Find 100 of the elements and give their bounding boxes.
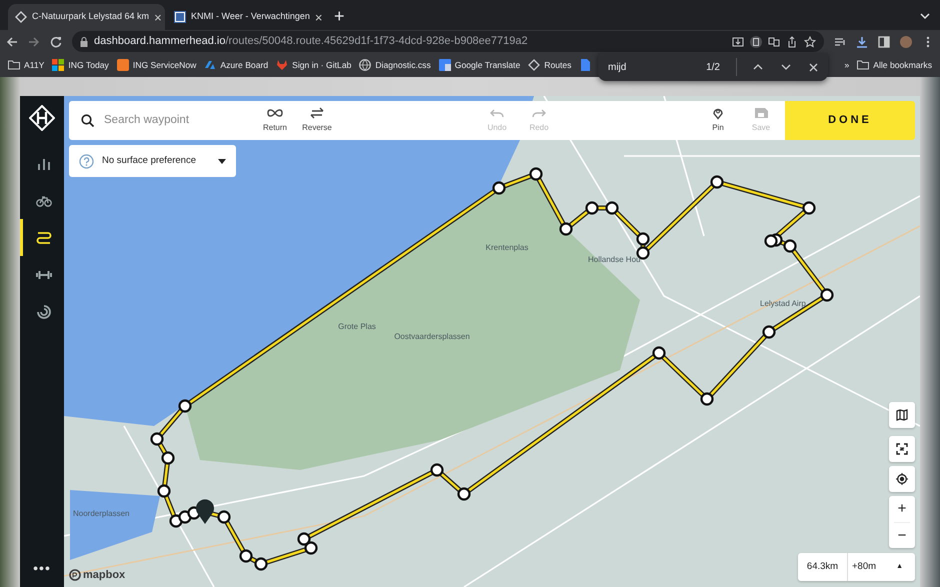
bookmark-link[interactable]: Sign in · GitLab (276, 58, 352, 72)
waypoint-marker[interactable] (150, 432, 164, 446)
bookmark-link[interactable]: Routes (528, 58, 572, 72)
document-icon[interactable] (579, 59, 592, 71)
frame-route-icon (896, 443, 908, 455)
waypoint-marker[interactable] (762, 325, 776, 339)
chevron-down-icon[interactable] (781, 63, 791, 71)
chevron-down-icon[interactable] (920, 12, 930, 20)
new-tab-button[interactable]: + (334, 7, 345, 25)
find-page-icon[interactable] (750, 36, 762, 48)
zoom-out-button[interactable]: − (889, 522, 915, 548)
waypoint-marker[interactable] (585, 201, 599, 215)
search-icon (81, 114, 94, 127)
bookmark-link[interactable]: Azure Board (204, 58, 268, 72)
find-query[interactable]: mijd (608, 60, 626, 74)
waypoint-marker[interactable] (157, 484, 171, 498)
bookmark-link[interactable]: Diagnostic.css (359, 58, 431, 72)
media-queue-icon[interactable] (834, 36, 846, 48)
bookmark-link[interactable]: Alle bookmarks (857, 58, 932, 72)
toolbar-button[interactable]: Reverse (296, 107, 338, 134)
map-label: Krentenplas (486, 243, 528, 252)
bookmark-link[interactable]: ING Today (52, 58, 109, 72)
bookmark-link[interactable]: A11Y (8, 58, 44, 72)
waypoint-marker[interactable] (430, 463, 444, 477)
bookmark-link[interactable]: Google Translate (438, 58, 520, 72)
waypoint-marker[interactable] (457, 487, 471, 501)
waypoint-marker[interactable] (492, 181, 506, 195)
tab-title: KNMI - Weer - Verwachtingen (191, 10, 310, 24)
grid-logo-icon (52, 58, 64, 71)
map-label: Hollandse Hou (588, 255, 640, 264)
chevron-up-icon[interactable] (753, 63, 763, 71)
waypoint-marker[interactable] (652, 346, 666, 360)
search-field[interactable]: Search waypoint (104, 112, 254, 130)
translate-icon[interactable] (768, 36, 780, 48)
waypoint-marker[interactable] (700, 392, 714, 406)
route-icon (36, 230, 52, 246)
square-logo-icon (116, 58, 129, 71)
mapbox-logo-icon (69, 568, 81, 581)
waypoint-marker[interactable] (636, 232, 650, 246)
map-label: Noorderplassen (73, 509, 130, 518)
map-label: Grote Plas (338, 322, 376, 331)
back-arrow-icon[interactable] (6, 36, 18, 48)
browser-tab[interactable]: KNMI - Weer - Verwachtingen × (167, 4, 324, 30)
waypoint-marker[interactable] (529, 167, 543, 181)
waypoint-marker[interactable] (802, 201, 816, 215)
avatar-icon[interactable] (900, 36, 912, 48)
waypoint-marker[interactable] (710, 175, 724, 189)
install-icon[interactable] (732, 36, 744, 48)
swap-arrows-icon (308, 107, 326, 120)
address-bar[interactable]: dashboard.hammerhead.io/routes/50048.route.45629d1f-1f73-4dcd-928e-b908ee7719a2 (72, 31, 824, 52)
fox-logo-icon (276, 58, 288, 71)
caret-down-icon (218, 158, 226, 164)
spiral-icon (36, 304, 52, 320)
map-layers-icon (896, 409, 908, 421)
map-label: Lelystad Airp (760, 299, 806, 308)
waypoint-marker[interactable] (764, 234, 778, 248)
surface-dropdown[interactable]: No surface preference (69, 145, 236, 177)
tab-close-button[interactable]: × (154, 10, 162, 24)
question-icon (79, 154, 94, 168)
waypoint-marker[interactable] (605, 201, 619, 215)
tab-title: C-Natuurpark Lelystad 64 km (32, 10, 150, 24)
match-count: 1/2 (706, 60, 720, 74)
waypoint-marker[interactable] (297, 532, 311, 546)
waypoint-marker[interactable] (820, 288, 834, 302)
waypoint-marker[interactable] (178, 399, 192, 413)
star-icon[interactable] (804, 36, 816, 48)
locate-button[interactable] (889, 466, 915, 492)
undo-icon (488, 107, 506, 120)
more-menu-button[interactable]: ••• (33, 558, 51, 579)
side-panel-icon[interactable] (878, 36, 890, 48)
toolbar-button[interactable]: Return (254, 107, 296, 134)
forward-arrow-icon[interactable] (28, 36, 40, 48)
hexagon-logo-icon (29, 105, 55, 131)
close-icon[interactable] (809, 62, 818, 72)
fit-route-button[interactable] (889, 436, 915, 462)
waypoint-marker[interactable] (304, 541, 318, 555)
done-button[interactable]: DONE (785, 101, 915, 140)
bookmark-link[interactable]: ING ServiceNow (116, 58, 196, 72)
map-style-button[interactable] (889, 402, 915, 428)
waypoint-marker[interactable] (559, 222, 573, 236)
bookmarks-overflow-button[interactable]: » (844, 58, 850, 72)
locate-icon (896, 473, 908, 485)
waypoint-marker[interactable] (217, 510, 231, 524)
start-pin-icon[interactable] (196, 499, 214, 524)
diamond-logo-icon (528, 58, 540, 71)
browser-tab[interactable]: C-Natuurpark Lelystad 64 km × (8, 4, 165, 30)
waypoint-marker[interactable] (254, 557, 268, 571)
tab-close-button[interactable]: × (314, 10, 322, 24)
waypoint-marker[interactable] (783, 239, 797, 253)
waypoint-marker[interactable] (239, 549, 253, 563)
globe-icon (359, 58, 372, 71)
download-icon[interactable] (856, 36, 868, 48)
zoom-in-button[interactable]: + (889, 496, 915, 522)
url-text: dashboard.hammerhead.io/routes/50048.route.45629d1f-1f73-4dcd-928e-b908ee7719a2 (94, 34, 528, 50)
share-icon[interactable] (786, 36, 798, 48)
reload-icon[interactable] (50, 36, 62, 48)
waypoint-marker[interactable] (161, 451, 175, 465)
toolbar-button[interactable]: Pin (697, 107, 739, 134)
distance-value: 64.3km (798, 553, 848, 581)
map-label: Oostvaardersplassen (394, 332, 470, 341)
